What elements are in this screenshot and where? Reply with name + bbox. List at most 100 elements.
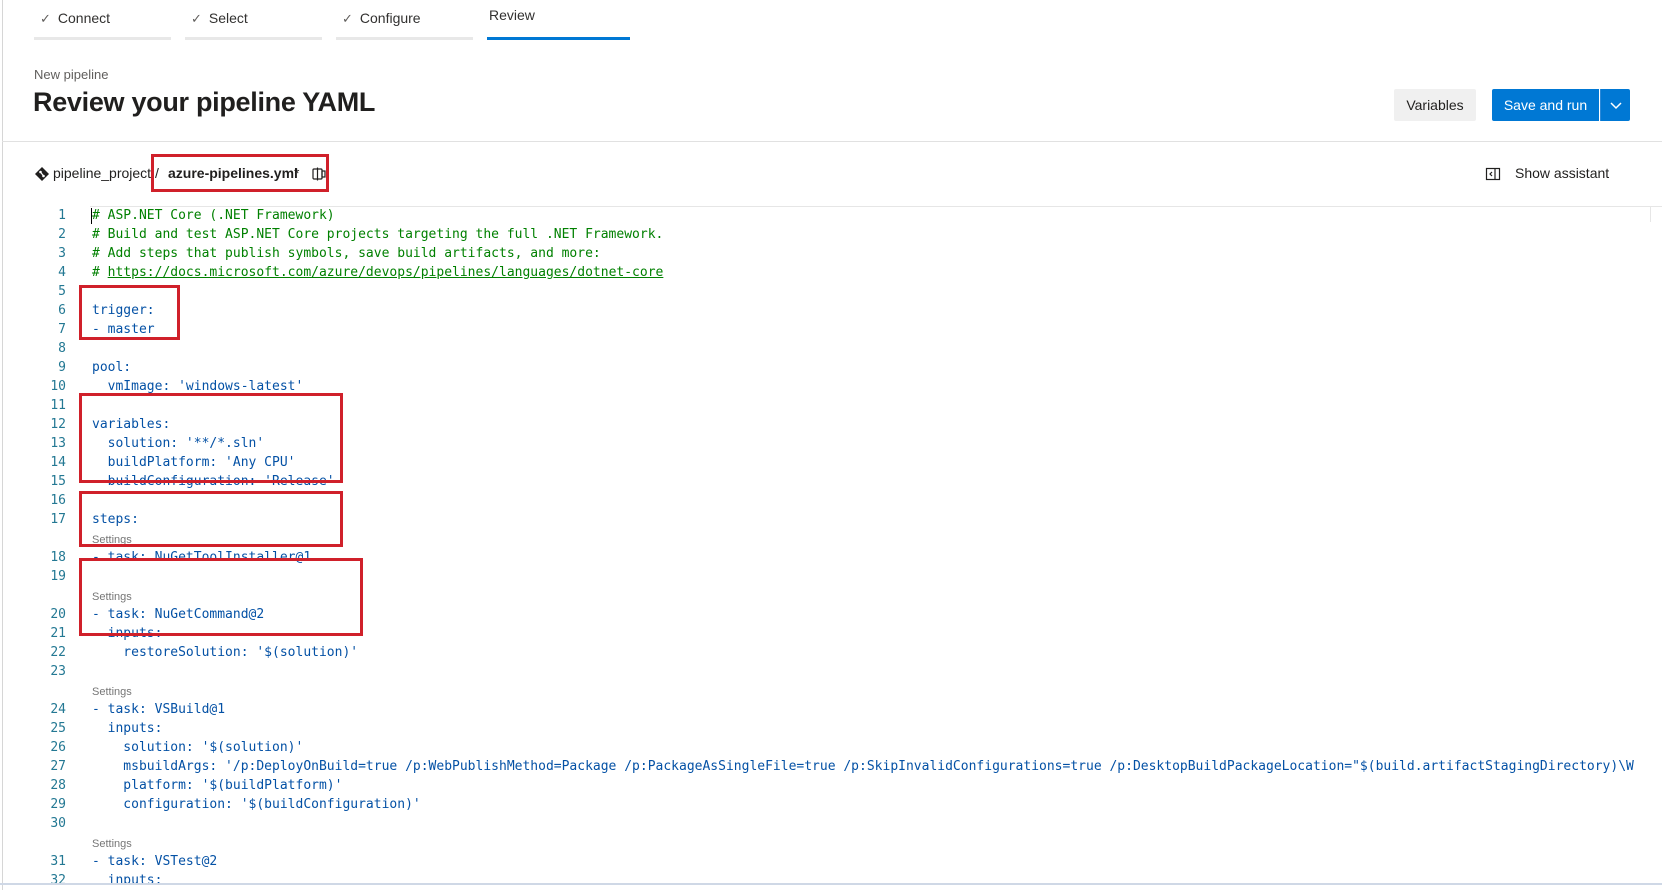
variables-button[interactable]: Variables: [1394, 89, 1476, 121]
code-line: 12 variables:: [0, 415, 1662, 434]
repo-icon: [35, 167, 49, 181]
codelens-label: Settings: [92, 838, 132, 850]
code-text: - task: VSBuild@1: [92, 702, 226, 717]
code-line: 26 solution: '$(solution)': [0, 738, 1662, 757]
line-number: 14: [50, 455, 66, 470]
code-comment: # Add steps that publish symbols, save b…: [92, 246, 601, 261]
line-number: 11: [50, 398, 66, 413]
line-number: 19: [50, 569, 66, 584]
code-line: 31 - task: VSTest@2: [0, 852, 1662, 871]
code-line: 17 steps:: [0, 510, 1662, 529]
line-number: 6: [58, 303, 66, 318]
line-number: 30: [50, 816, 66, 831]
code-text: - task: VSTest@2: [92, 854, 218, 869]
checkmark-icon: ✓: [191, 11, 202, 26]
line-number: 12: [50, 417, 66, 432]
page-subtitle: New pipeline: [34, 67, 109, 82]
codelens-settings[interactable]: Settings: [0, 586, 1662, 605]
line-number: 5: [58, 284, 66, 299]
show-assistant-label: Show assistant: [1515, 165, 1610, 181]
checkmark-icon: ✓: [40, 11, 51, 26]
line-number: 18: [50, 550, 66, 565]
code-line: 5: [0, 282, 1662, 301]
wizard-step-connect[interactable]: ✓ Connect: [34, 0, 171, 40]
code-comment-link: # https://docs.microsoft.com/azure/devop…: [92, 265, 664, 280]
code-text: - task: NuGetCommand@2: [92, 607, 265, 622]
modified-indicator: *: [294, 165, 300, 181]
codelens-settings[interactable]: Settings: [0, 681, 1662, 700]
code-comment: # Build and test ASP.NET Core projects t…: [92, 227, 664, 242]
code-text: inputs:: [92, 626, 163, 641]
checkmark-icon: ✓: [342, 11, 353, 26]
code-text: steps:: [92, 512, 139, 527]
line-number: 1: [58, 208, 66, 223]
line-number: 10: [50, 379, 66, 394]
code-line: 11: [0, 396, 1662, 415]
code-line: 14 buildPlatform: 'Any CPU': [0, 453, 1662, 472]
page-title: Review your pipeline YAML: [33, 87, 376, 117]
code-text: restoreSolution: '$(solution)': [92, 645, 359, 660]
codelens-label: Settings: [92, 686, 132, 698]
line-number: 21: [50, 626, 66, 641]
line-number: 26: [50, 740, 66, 755]
code-text: buildConfiguration: 'Release': [92, 474, 335, 489]
wizard-step-label: Select: [208, 10, 248, 26]
docs-link[interactable]: https://docs.microsoft.com/azure/devops/…: [108, 265, 664, 280]
line-number: 29: [50, 797, 66, 812]
line-number: 20: [50, 607, 66, 622]
code-line: 6 trigger:: [0, 301, 1662, 320]
header-divider: [2, 141, 1662, 142]
rename-file-icon[interactable]: [311, 166, 327, 182]
codelens-label: Settings: [92, 591, 132, 603]
line-number: 9: [58, 360, 66, 375]
line-number: 7: [58, 322, 66, 337]
code-line: 19: [0, 567, 1662, 586]
code-text: pool:: [92, 360, 132, 375]
wizard-step-configure[interactable]: ✓ Configure: [336, 0, 473, 40]
text-cursor: [91, 208, 92, 224]
code-line: 15 buildConfiguration: 'Release': [0, 472, 1662, 491]
code-line: 28 platform: '$(buildPlatform)': [0, 776, 1662, 795]
save-and-run-button[interactable]: Save and run: [1492, 89, 1599, 121]
codelens-settings[interactable]: Settings: [0, 529, 1662, 548]
wizard-step-review[interactable]: Review: [487, 0, 630, 40]
codelens-settings[interactable]: Settings: [0, 833, 1662, 852]
code-text: msbuildArgs: '/p:DeployOnBuild=true /p:W…: [92, 759, 1634, 774]
code-line: 1 # ASP.NET Core (.NET Framework): [0, 206, 1662, 225]
code-text: vmImage: 'windows-latest': [92, 379, 304, 394]
code-line: 21 inputs:: [0, 624, 1662, 643]
codelens-label: Settings: [92, 534, 132, 546]
assistant-panel-icon: [1485, 167, 1501, 181]
code-line: 8: [0, 339, 1662, 358]
save-and-run-dropdown[interactable]: [1600, 89, 1630, 121]
code-line: 32 inputs:: [0, 871, 1662, 883]
line-number: 2: [58, 227, 66, 242]
code-line: 20 - task: NuGetCommand@2: [0, 605, 1662, 624]
chevron-down-icon: [1610, 102, 1622, 110]
code-text: - master: [92, 322, 155, 337]
line-number: 17: [50, 512, 66, 527]
line-number: 22: [50, 645, 66, 660]
code-text: buildPlatform: 'Any CPU': [92, 455, 296, 470]
wizard-step-select[interactable]: ✓ Select: [185, 0, 322, 40]
code-text: solution: '$(solution)': [92, 740, 304, 755]
code-line: 13 solution: '**/*.sln': [0, 434, 1662, 453]
code-line: 23: [0, 662, 1662, 681]
code-text: solution: '**/*.sln': [92, 436, 265, 451]
line-number: 13: [50, 436, 66, 451]
code-line: 3 # Add steps that publish symbols, save …: [0, 244, 1662, 263]
code-line: 2 # Build and test ASP.NET Core projects …: [0, 225, 1662, 244]
yaml-editor[interactable]: 1 # ASP.NET Core (.NET Framework) 2 # Build…: [0, 206, 1662, 883]
code-line: 25 inputs:: [0, 719, 1662, 738]
line-number: 8: [58, 341, 66, 356]
breadcrumb-repo[interactable]: pipeline_project: [53, 165, 151, 181]
line-number: 4: [58, 265, 66, 280]
code-line: 9 pool:: [0, 358, 1662, 377]
wizard-step-label: Connect: [57, 10, 111, 26]
line-number: 3: [58, 246, 66, 261]
code-line: 27 msbuildArgs: '/p:DeployOnBuild=true /…: [0, 757, 1662, 776]
code-text: variables:: [92, 417, 171, 432]
line-number: 31: [50, 854, 66, 869]
code-line: 16: [0, 491, 1662, 510]
code-text: trigger:: [92, 303, 155, 318]
